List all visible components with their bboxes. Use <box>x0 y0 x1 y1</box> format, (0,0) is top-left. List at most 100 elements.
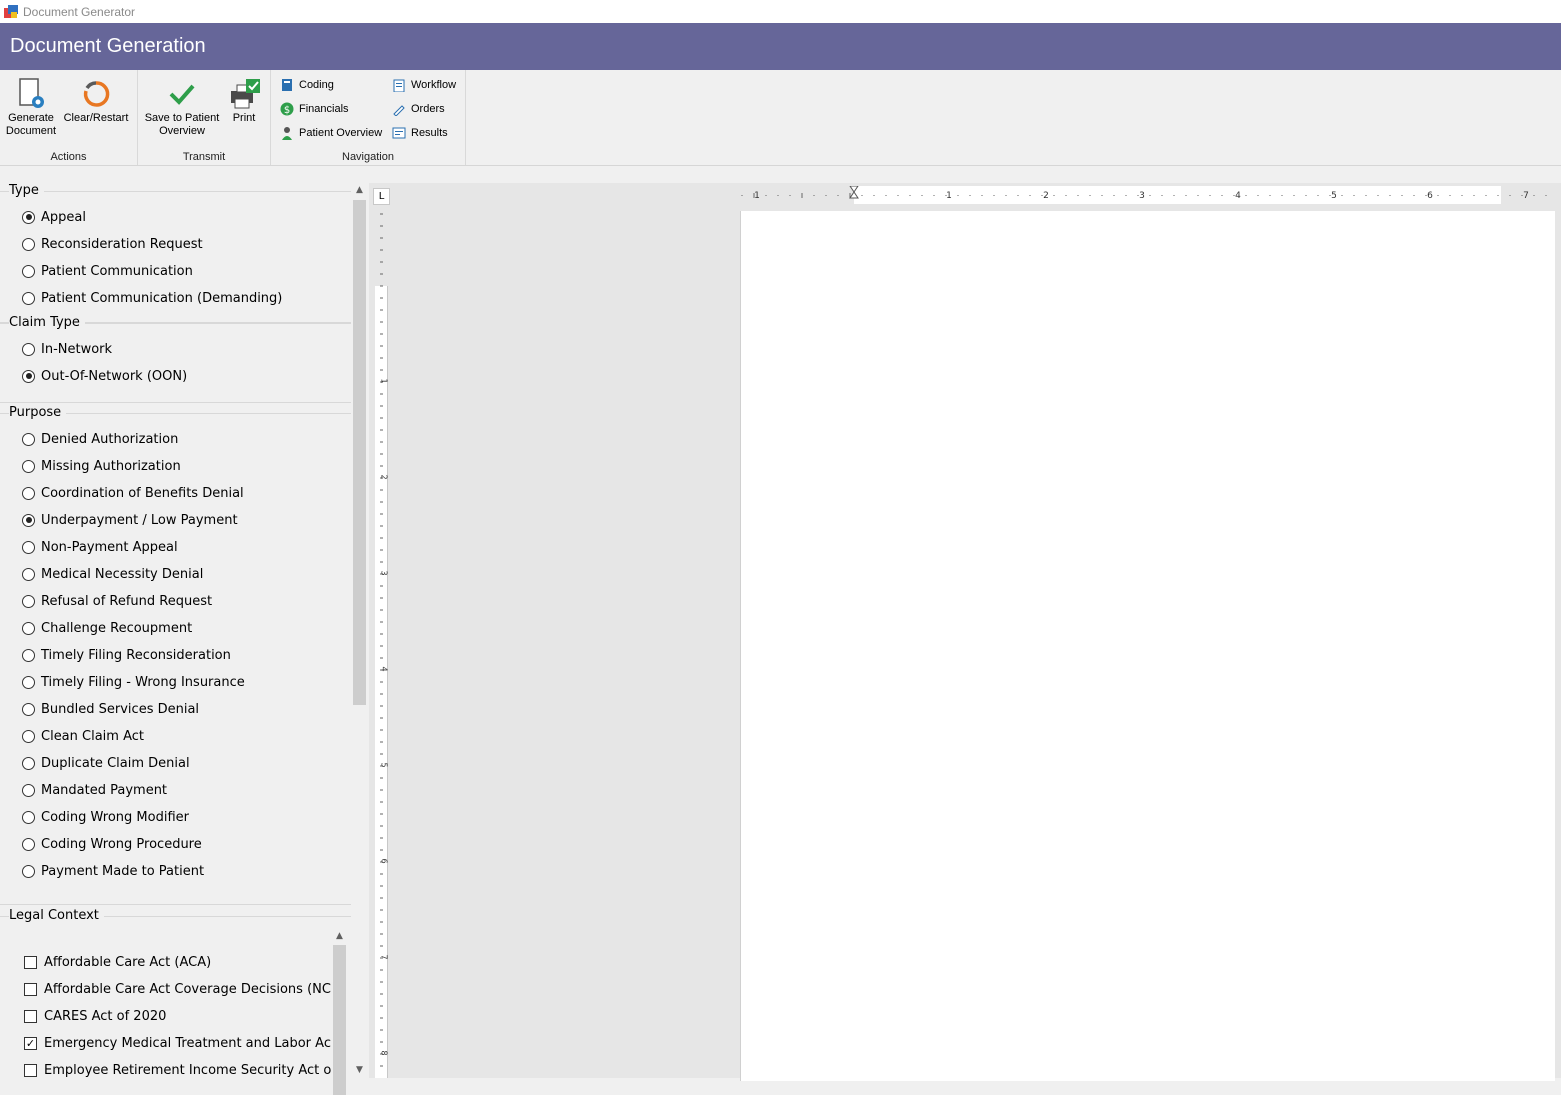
radio-button[interactable] <box>22 675 35 689</box>
navigation-group-label: Navigation <box>342 151 394 163</box>
radio-mandated-payment[interactable]: Mandated Payment <box>22 780 167 800</box>
radio-refusal-of-refund-request[interactable]: Refusal of Refund Request <box>22 591 212 611</box>
legal-context-item[interactable]: CARES Act of 2020 <box>24 1006 166 1026</box>
radio-button[interactable] <box>22 756 35 770</box>
radio-button[interactable] <box>22 264 35 278</box>
radio-patient-communication[interactable]: Patient Communication <box>22 261 193 281</box>
radio-button[interactable] <box>22 210 35 224</box>
radio-button[interactable] <box>22 459 35 473</box>
radio-label: Denied Authorization <box>41 431 179 447</box>
orders-button[interactable]: Orders <box>391 99 445 119</box>
legal-context-item[interactable]: Affordable Care Act Coverage Decisions (… <box>24 979 331 999</box>
radio-button[interactable] <box>22 567 35 581</box>
radio-challenge-recoupment[interactable]: Challenge Recoupment <box>22 618 192 638</box>
checkbox-label: Employee Retirement Income Security Act … <box>44 1062 331 1078</box>
radio-coding-wrong-procedure[interactable]: Coding Wrong Procedure <box>22 834 202 854</box>
radio-duplicate-claim-denial[interactable]: Duplicate Claim Denial <box>22 753 190 773</box>
tab-stop-selector[interactable]: L <box>373 188 390 205</box>
checkbox[interactable] <box>24 1009 37 1023</box>
options-panel-scrollbar[interactable]: ▲ ▼ <box>351 180 368 1078</box>
radio-button[interactable] <box>22 648 35 662</box>
radio-coordination-of-benefits-denial[interactable]: Coordination of Benefits Denial <box>22 483 244 503</box>
radio-coding-wrong-modifier[interactable]: Coding Wrong Modifier <box>22 807 189 827</box>
radio-label: Clean Claim Act <box>41 728 144 744</box>
scroll-up-icon[interactable]: ▲ <box>351 182 368 198</box>
radio-button[interactable] <box>22 702 35 716</box>
radio-button[interactable] <box>22 837 35 851</box>
legal-context-item[interactable]: ✓ Emergency Medical Treatment and Labor A… <box>24 1033 331 1053</box>
radio-button[interactable] <box>22 729 35 743</box>
radio-button[interactable] <box>22 369 35 383</box>
radio-payment-made-to-patient[interactable]: Payment Made to Patient <box>22 861 204 881</box>
financials-button[interactable]: $ Financials <box>279 99 349 119</box>
radio-button[interactable] <box>22 432 35 446</box>
radio-clean-claim-act[interactable]: Clean Claim Act <box>22 726 144 746</box>
clear-restart-label: Clear/Restart <box>63 112 129 124</box>
radio-timely-filing-reconsideration[interactable]: Timely Filing Reconsideration <box>22 645 231 665</box>
radio-label: Non-Payment Appeal <box>41 539 178 555</box>
radio-button[interactable] <box>22 486 35 500</box>
scroll-thumb[interactable] <box>333 945 346 1095</box>
results-label: Results <box>411 127 448 139</box>
legal-context-scrollbar[interactable]: ▲ <box>331 928 348 1095</box>
checkbox[interactable] <box>24 982 37 996</box>
radio-button[interactable] <box>22 513 35 527</box>
radio-button[interactable] <box>22 864 35 878</box>
results-icon <box>391 125 407 141</box>
radio-timely-filing-wrong-insurance[interactable]: Timely Filing - Wrong Insurance <box>22 672 245 692</box>
legal-context-item[interactable]: Employee Retirement Income Security Act … <box>24 1060 331 1078</box>
ribbon-group-transmit: Save to Patient Overview Print Transmit <box>138 70 271 165</box>
radio-non-payment-appeal[interactable]: Non-Payment Appeal <box>22 537 178 557</box>
legal-context-item[interactable]: Affordable Care Act (ACA) <box>24 952 211 972</box>
print-button[interactable]: Print <box>226 76 262 125</box>
radio-denied-authorization[interactable]: Denied Authorization <box>22 429 178 449</box>
ribbon-group-actions: Generate Document Clear/Restart Actions <box>0 70 138 165</box>
radio-medical-necessity-denial[interactable]: Medical Necessity Denial <box>22 564 203 584</box>
radio-button[interactable] <box>22 621 35 635</box>
clear-restart-button[interactable]: Clear/Restart <box>62 76 130 125</box>
radio-bundled-services-denial[interactable]: Bundled Services Denial <box>22 699 199 719</box>
radio-button[interactable] <box>22 540 35 554</box>
radio-button[interactable] <box>22 783 35 797</box>
checkbox[interactable] <box>24 955 37 969</box>
radio-underpayment-low-payment[interactable]: Underpayment / Low Payment <box>22 510 238 530</box>
generate-document-button[interactable]: Generate Document <box>4 76 58 138</box>
radio-button[interactable] <box>22 237 35 251</box>
app-icon <box>4 4 18 19</box>
actions-group-label: Actions <box>50 151 87 163</box>
checkbox[interactable]: ✓ <box>24 1036 37 1050</box>
legal-context-list[interactable]: Affordable Care Act (ACA) Affordable Care… <box>0 928 331 1078</box>
scroll-thumb[interactable] <box>353 200 366 705</box>
ruler-number: 3 <box>1139 191 1145 201</box>
workflow-button[interactable]: Workflow <box>391 75 456 95</box>
radio-out-of-network-oon[interactable]: Out-Of-Network (OON) <box>22 366 187 386</box>
legal-context-heading: Legal Context <box>9 908 104 923</box>
radio-button[interactable] <box>22 594 35 608</box>
ribbon: Generate Document Clear/Restart Actions … <box>0 70 1561 166</box>
scroll-down-icon[interactable]: ▼ <box>351 1062 368 1078</box>
scroll-up-icon[interactable]: ▲ <box>331 928 348 944</box>
ribbon-group-navigation: Coding $ Financials Patient Overview Wor… <box>271 70 466 165</box>
radio-in-network[interactable]: In-Network <box>22 339 112 359</box>
document-page[interactable] <box>740 211 1555 1081</box>
radio-button[interactable] <box>22 342 35 356</box>
ruler-number: 6 <box>1427 191 1433 201</box>
ruler-number: 6 <box>380 859 389 864</box>
document-editor: L 1 2 3 4 5 6 7 8 1 1 2 3 4 5 6 7 <box>369 183 1561 1081</box>
radio-patient-communication-demanding[interactable]: Patient Communication (Demanding) <box>22 288 282 308</box>
save-to-patient-overview-button[interactable]: Save to Patient Overview <box>144 76 220 138</box>
print-label: Print <box>232 112 256 124</box>
checkbox[interactable] <box>24 1063 37 1077</box>
coding-button[interactable]: Coding <box>279 75 334 95</box>
radio-label: Challenge Recoupment <box>41 620 193 636</box>
patient-overview-button[interactable]: Patient Overview <box>279 123 382 143</box>
results-button[interactable]: Results <box>391 123 448 143</box>
horizontal-ruler: 1 1 2 3 4 5 6 7 <box>741 185 1556 204</box>
radio-button[interactable] <box>22 810 35 824</box>
financials-label: Financials <box>299 103 349 115</box>
radio-appeal[interactable]: Appeal <box>22 207 86 227</box>
radio-button[interactable] <box>22 291 35 305</box>
checkbox-label: Affordable Care Act (ACA) <box>44 954 212 970</box>
radio-missing-authorization[interactable]: Missing Authorization <box>22 456 181 476</box>
radio-reconsideration-request[interactable]: Reconsideration Request <box>22 234 203 254</box>
